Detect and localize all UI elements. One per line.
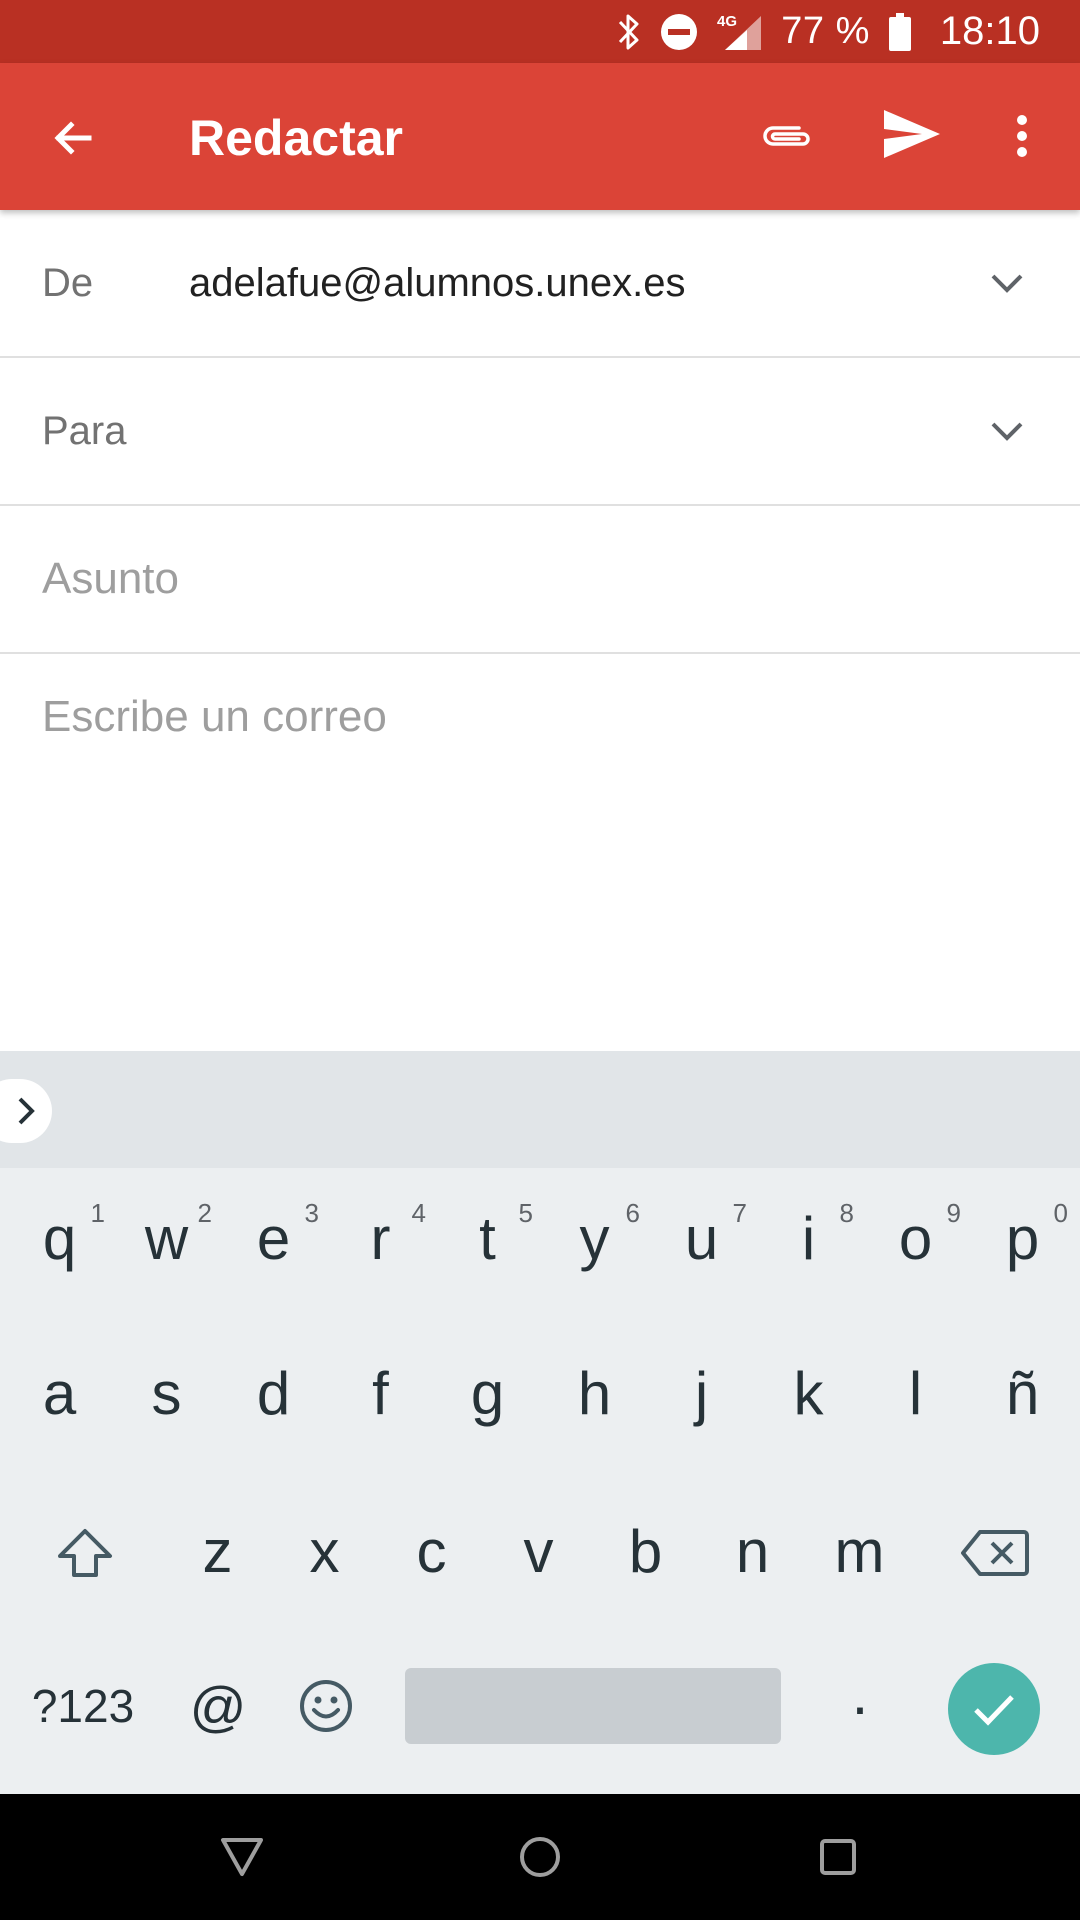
key-y[interactable]: y6 bbox=[541, 1188, 648, 1288]
key-q[interactable]: q1 bbox=[6, 1188, 113, 1288]
key-i[interactable]: i8 bbox=[755, 1188, 862, 1288]
key-k[interactable]: k bbox=[755, 1343, 862, 1443]
check-icon[interactable] bbox=[948, 1663, 1040, 1755]
send-icon[interactable] bbox=[876, 98, 948, 170]
key-c[interactable]: c bbox=[378, 1501, 485, 1601]
clock: 18:10 bbox=[939, 9, 1040, 53]
subject-row bbox=[0, 506, 1080, 654]
key-l[interactable]: l bbox=[862, 1343, 969, 1443]
page-title: Redactar bbox=[189, 110, 403, 166]
key-d[interactable]: d bbox=[220, 1343, 327, 1443]
network-type: 4G bbox=[717, 13, 737, 30]
shift-icon[interactable] bbox=[30, 1503, 140, 1603]
to-label: Para bbox=[42, 409, 127, 453]
key-a[interactable]: a bbox=[6, 1343, 113, 1443]
key-w[interactable]: w2 bbox=[113, 1188, 220, 1288]
chevron-down-icon[interactable] bbox=[982, 406, 1032, 456]
do-not-disturb-icon bbox=[659, 12, 699, 52]
nav-back-icon[interactable] bbox=[212, 1827, 272, 1887]
chevron-down-icon[interactable] bbox=[982, 258, 1032, 308]
subject-input[interactable] bbox=[42, 506, 1022, 652]
space-bar[interactable] bbox=[405, 1668, 781, 1744]
key-g[interactable]: g bbox=[434, 1343, 541, 1443]
backspace-icon[interactable] bbox=[940, 1503, 1050, 1603]
battery-percentage: 77 % bbox=[781, 10, 870, 52]
bluetooth-icon bbox=[617, 12, 641, 52]
key-t[interactable]: t5 bbox=[434, 1188, 541, 1288]
from-row[interactable]: De adelafue@alumnos.unex.es bbox=[0, 210, 1080, 358]
key-f[interactable]: f bbox=[327, 1343, 434, 1443]
from-label: De bbox=[42, 261, 94, 305]
key-m[interactable]: m bbox=[806, 1501, 913, 1601]
key-n[interactable]: n bbox=[699, 1501, 806, 1601]
battery-icon bbox=[888, 12, 912, 52]
back-arrow-icon[interactable] bbox=[38, 103, 108, 173]
key-n-tilde[interactable]: ñ bbox=[969, 1343, 1076, 1443]
emoji-icon[interactable] bbox=[276, 1656, 376, 1756]
key-v[interactable]: v bbox=[485, 1501, 592, 1601]
to-row[interactable]: Para bbox=[0, 358, 1080, 506]
keyboard: q1 w2 e3 r4 t5 y6 u7 i8 o9 p0 a s d f g … bbox=[0, 1051, 1080, 1794]
signal-icon: 4G bbox=[717, 12, 763, 52]
key-u[interactable]: u7 bbox=[648, 1188, 755, 1288]
from-value[interactable]: adelafue@alumnos.unex.es bbox=[189, 210, 685, 356]
key-r[interactable]: r4 bbox=[327, 1188, 434, 1288]
symbols-key[interactable]: ?123 bbox=[18, 1656, 148, 1756]
attach-icon[interactable] bbox=[752, 101, 822, 171]
key-o[interactable]: o9 bbox=[862, 1188, 969, 1288]
key-b[interactable]: b bbox=[592, 1501, 699, 1601]
at-key[interactable]: @ bbox=[168, 1656, 268, 1756]
key-s[interactable]: s bbox=[113, 1343, 220, 1443]
nav-home-icon[interactable] bbox=[510, 1827, 570, 1887]
nav-recents-icon[interactable] bbox=[808, 1827, 868, 1887]
key-e[interactable]: e3 bbox=[220, 1188, 327, 1288]
body-area bbox=[0, 656, 1080, 1051]
more-vert-icon[interactable] bbox=[1000, 101, 1044, 171]
status-icons: 4G 77 % 18:10 bbox=[617, 0, 1040, 63]
app-bar: Redactar bbox=[0, 63, 1080, 210]
status-bar: 4G 77 % 18:10 bbox=[0, 0, 1080, 63]
key-h[interactable]: h bbox=[541, 1343, 648, 1443]
expand-toolbar-icon[interactable] bbox=[0, 1079, 52, 1143]
navigation-bar bbox=[0, 1794, 1080, 1920]
key-x[interactable]: x bbox=[271, 1501, 378, 1601]
period-key[interactable]: . bbox=[810, 1643, 910, 1743]
body-input[interactable] bbox=[42, 692, 1022, 1032]
key-p[interactable]: p0 bbox=[969, 1188, 1076, 1288]
key-j[interactable]: j bbox=[648, 1343, 755, 1443]
keyboard-toolbar bbox=[0, 1051, 1080, 1168]
key-z[interactable]: z bbox=[164, 1501, 271, 1601]
